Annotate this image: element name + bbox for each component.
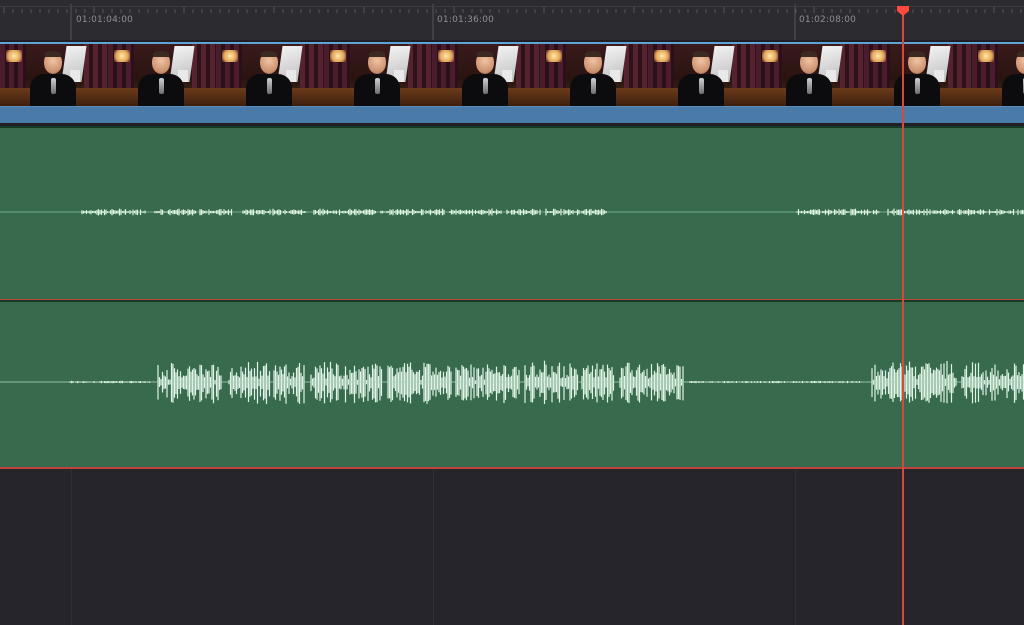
audio-clip-2[interactable] [0, 300, 1024, 469]
timecode-label: 01:01:04:00 [76, 15, 134, 25]
video-thumbnail [432, 44, 540, 106]
video-clip[interactable] [0, 42, 1024, 123]
empty-track-area[interactable] [0, 469, 1024, 625]
video-thumbnail [648, 44, 756, 106]
timeline-ruler[interactable]: 01:01:04:00 01:01:36:00 01:02:08:00 [0, 0, 1024, 41]
timeline-gridline [433, 469, 434, 625]
video-thumbnail [540, 44, 648, 106]
video-track [0, 40, 1024, 126]
video-thumbnail [972, 44, 1024, 106]
timeline-gridline [71, 469, 72, 625]
video-thumbnail [864, 44, 972, 106]
video-thumbnail [324, 44, 432, 106]
audio-waveform-2 [0, 360, 1024, 404]
timecode-label: 01:02:08:00 [799, 15, 857, 25]
video-thumbnail [756, 44, 864, 106]
thumbnail-strip [0, 44, 1024, 106]
video-thumbnail [0, 44, 108, 106]
video-clip-bar[interactable] [0, 106, 1024, 123]
ruler-ticks [0, 4, 1024, 40]
timeline-gridline [795, 469, 796, 625]
video-thumbnail [108, 44, 216, 106]
audio-waveform-1 [0, 208, 1024, 216]
timecode-label: 01:01:36:00 [437, 15, 495, 25]
playhead-line[interactable] [902, 6, 904, 625]
video-thumbnail [216, 44, 324, 106]
audio-clip-1[interactable] [0, 126, 1024, 301]
